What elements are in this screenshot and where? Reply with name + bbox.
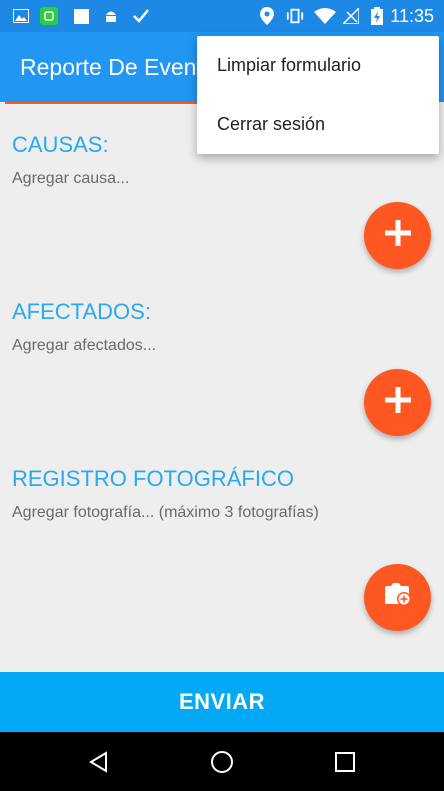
registro-title: REGISTRO FOTOGRÁFICO <box>12 466 294 491</box>
add-affected-button[interactable] <box>364 369 431 436</box>
menu-item-clear-form[interactable]: Limpiar formulario <box>197 36 439 95</box>
plus-icon <box>384 220 411 251</box>
overflow-menu: Limpiar formulario Cerrar sesión <box>197 36 439 154</box>
status-bar: 11:35 <box>0 0 444 32</box>
android-icon <box>102 7 120 25</box>
check-icon <box>132 7 150 25</box>
battery-icon <box>368 7 386 25</box>
back-icon[interactable] <box>86 749 112 775</box>
vibrate-icon <box>286 7 304 25</box>
app-icon <box>40 7 58 25</box>
tab-indicator <box>5 102 220 104</box>
menu-item-label: Limpiar formulario <box>217 55 362 75</box>
wifi-icon <box>314 7 336 25</box>
causas-hint[interactable]: Agregar causa... <box>12 170 129 188</box>
location-icon <box>258 7 276 25</box>
plus-icon <box>384 387 411 418</box>
square-icon <box>72 7 90 25</box>
afectados-title: AFECTADOS: <box>12 299 151 324</box>
status-time: 11:35 <box>390 6 434 26</box>
add-photo-button[interactable] <box>364 564 431 631</box>
home-icon[interactable] <box>209 749 235 775</box>
navigation-bar <box>0 732 444 791</box>
add-cause-button[interactable] <box>364 202 431 269</box>
menu-item-logout[interactable]: Cerrar sesión <box>197 95 439 154</box>
signal-icon <box>342 7 360 25</box>
registro-hint[interactable]: Agregar fotografía... (máximo 3 fotograf… <box>12 504 319 522</box>
causas-title: CAUSAS: <box>12 132 109 157</box>
submit-button[interactable]: ENVIAR <box>0 672 444 732</box>
recents-icon[interactable] <box>332 749 358 775</box>
gallery-icon <box>12 7 30 25</box>
add-photo-icon <box>383 582 413 613</box>
submit-label: ENVIAR <box>178 689 266 714</box>
afectados-hint[interactable]: Agregar afectados... <box>12 337 156 355</box>
menu-item-label: Cerrar sesión <box>217 114 326 134</box>
